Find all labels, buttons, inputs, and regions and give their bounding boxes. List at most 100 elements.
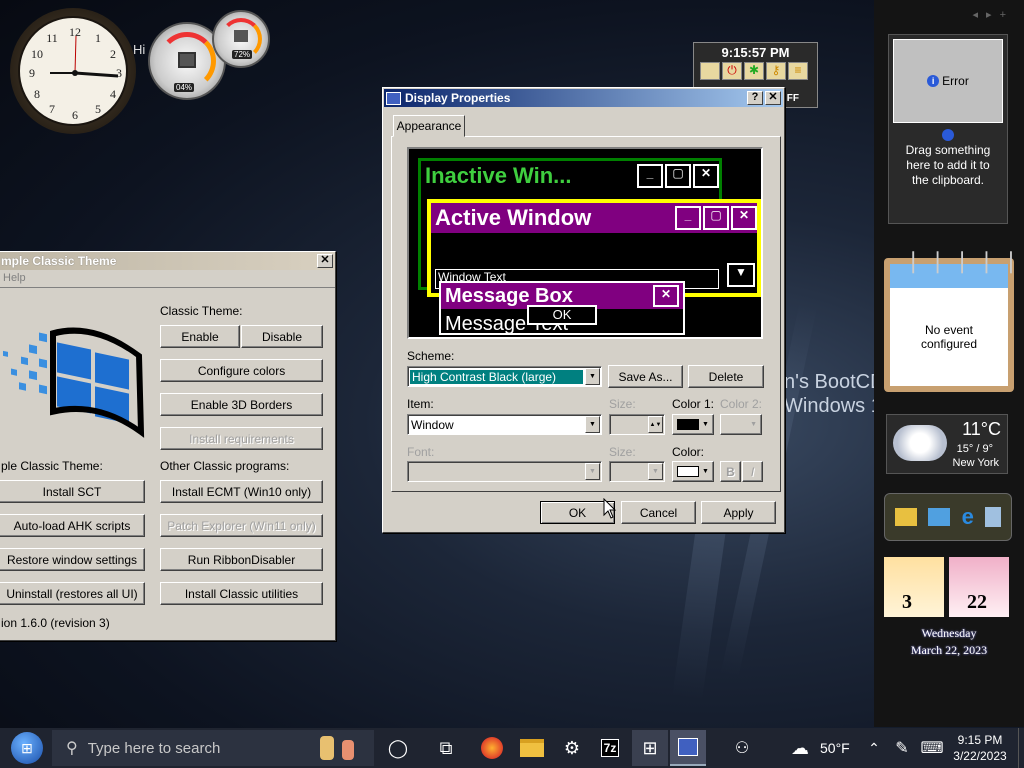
enable-3d-borders-button[interactable]: Enable 3D Borders: [160, 393, 323, 416]
color1-picker[interactable]: ▼: [672, 414, 714, 435]
run-ribbondisabler-button[interactable]: Run RibbonDisabler: [160, 548, 323, 571]
key-icon[interactable]: ⚷: [766, 62, 786, 80]
display-properties-taskbar-icon[interactable]: [670, 730, 706, 766]
task-view-icon[interactable]: ⧉: [428, 730, 464, 766]
patch-explorer-button[interactable]: Patch Explorer (Win11 only): [160, 514, 323, 537]
folder-icon[interactable]: [700, 62, 720, 80]
search-placeholder: Type here to search: [87, 739, 221, 757]
scheme-value: High Contrast Black (large): [410, 369, 583, 384]
cortana-icon[interactable]: ◯: [380, 730, 416, 766]
preview-inactive-title: Inactive Win...: [425, 163, 572, 188]
taskbar-weather[interactable]: 50°F: [820, 740, 850, 756]
bold-button[interactable]: B: [720, 461, 741, 482]
windows-start-icon: ⊞: [11, 732, 43, 764]
svg-text:12: 12: [69, 25, 81, 39]
chevron-down-icon[interactable]: ▼: [585, 368, 600, 385]
chevron-down-icon[interactable]: ▼: [648, 463, 663, 480]
stack-icon[interactable]: ≡: [788, 62, 808, 80]
file-explorer-icon[interactable]: [514, 730, 550, 766]
sct-menubar: Help: [0, 270, 335, 288]
uninstall-button[interactable]: Uninstall (restores all UI): [0, 582, 145, 605]
display-icon: [386, 91, 401, 105]
save-as-button[interactable]: Save As...: [608, 365, 683, 388]
memory-percent: 72%: [232, 50, 253, 59]
preview-msgbox-ok: OK: [527, 305, 597, 325]
italic-button[interactable]: I: [742, 461, 763, 482]
install-ecmt-button[interactable]: Install ECMT (Win10 only): [160, 480, 323, 503]
power-icon[interactable]: ⏻: [722, 62, 742, 80]
settings-icon[interactable]: ✱: [744, 62, 764, 80]
people-icon[interactable]: ⚇: [724, 730, 760, 766]
computer-icon[interactable]: [928, 508, 951, 526]
clipboard-gadget[interactable]: i Error Drag something here to add it to…: [888, 34, 1008, 224]
recycle-bin-icon[interactable]: [985, 507, 1002, 527]
appearance-preview: Inactive Win... _ ▢ ✕ Active Window _ ▢ …: [407, 147, 763, 339]
taskbar-clock[interactable]: 9:15 PM 3/22/2023: [950, 732, 1010, 764]
tab-appearance[interactable]: Appearance: [393, 115, 465, 137]
weather-taskbar-icon[interactable]: ☁: [782, 730, 818, 766]
item-size-spinner[interactable]: ▲▼: [609, 414, 665, 435]
search-box[interactable]: ⚲ Type here to search: [52, 730, 374, 766]
cpu-icon: [178, 52, 196, 68]
calendar-gadget[interactable]: No event configured ❘❘❘❘❘: [884, 248, 1020, 392]
sct-window[interactable]: mple Classic Theme ✕ Help Classic Theme:…: [0, 251, 336, 641]
chevron-down-icon: ▼: [702, 421, 709, 428]
close-icon[interactable]: ✕: [317, 254, 333, 268]
internet-explorer-icon[interactable]: e: [962, 504, 974, 530]
7zip-icon[interactable]: 7z: [592, 730, 628, 766]
color2-picker[interactable]: ▼: [720, 414, 762, 435]
install-requirements-button[interactable]: Install requirements: [160, 427, 323, 450]
keyboard-icon[interactable]: ⌨: [914, 730, 950, 766]
svg-text:6: 6: [72, 108, 78, 122]
folder-icon[interactable]: [894, 508, 917, 526]
display-properties-titlebar[interactable]: Display Properties ? ✕: [384, 89, 783, 107]
search-icon: ⚲: [66, 740, 78, 757]
scheme-select[interactable]: High Contrast Black (large) ▼: [407, 366, 602, 387]
configure-colors-button[interactable]: Configure colors: [160, 359, 323, 382]
chevron-down-icon: ▼: [702, 468, 709, 475]
menu-help[interactable]: Help: [3, 272, 26, 284]
enable-button[interactable]: Enable: [160, 325, 240, 348]
svg-text:7: 7: [49, 102, 55, 116]
memory-gauge-gadget[interactable]: 72%: [212, 10, 270, 68]
chevron-down-icon[interactable]: ▼: [585, 416, 600, 433]
weather-cloud-icon: [893, 425, 947, 461]
settings-gear-icon[interactable]: ⚙: [554, 730, 590, 766]
weather-gadget[interactable]: 11°C 15° / 9° New York: [886, 414, 1008, 474]
item-select[interactable]: Window ▼: [407, 414, 602, 435]
show-desktop-button[interactable]: [1018, 728, 1024, 768]
version-label: ion 1.6.0 (revision 3): [1, 616, 110, 630]
autoload-ahk-button[interactable]: Auto-load AHK scripts: [0, 514, 145, 537]
svg-text:11: 11: [46, 31, 58, 45]
chevron-down-icon[interactable]: ▼: [585, 463, 600, 480]
sct-titlebar[interactable]: mple Classic Theme ✕: [0, 252, 335, 270]
spinner-icon[interactable]: ▲▼: [648, 416, 663, 433]
font-select[interactable]: ▼: [407, 461, 602, 482]
info-icon: i: [927, 75, 940, 87]
firefox-icon[interactable]: [474, 730, 510, 766]
start-button[interactable]: ⊞: [6, 730, 48, 766]
help-icon[interactable]: ?: [747, 91, 763, 105]
apply-button[interactable]: Apply: [701, 501, 776, 524]
clock-gadget[interactable]: 12 3 6 9 1245 7 8 10 11: [10, 8, 136, 134]
memory-icon: [234, 30, 248, 42]
svg-text:5: 5: [95, 102, 101, 116]
install-classic-utilities-button[interactable]: Install Classic utilities: [160, 582, 323, 605]
tab-panel: Inactive Win... _ ▢ ✕ Active Window _ ▢ …: [391, 136, 781, 492]
delete-button[interactable]: Delete: [688, 365, 764, 388]
close-icon[interactable]: ✕: [765, 91, 781, 105]
launcher-gadget[interactable]: e: [884, 493, 1012, 541]
cancel-button[interactable]: Cancel: [621, 501, 696, 524]
font-color-picker[interactable]: ▼: [672, 461, 714, 482]
svg-text:3: 3: [116, 66, 122, 80]
date-gadget-day2: 22: [949, 557, 1009, 617]
display-properties-window[interactable]: Display Properties ? ✕ Appearance Inacti…: [382, 87, 785, 533]
svg-text:4: 4: [110, 87, 116, 101]
restore-window-settings-button[interactable]: Restore window settings: [0, 548, 145, 571]
font-size-select[interactable]: ▼: [609, 461, 665, 482]
install-sct-button[interactable]: Install SCT: [0, 480, 145, 503]
svg-text:8: 8: [34, 87, 40, 101]
font-label: Font:: [407, 445, 435, 459]
classic-theme-taskbar-icon[interactable]: ⊞: [632, 730, 668, 766]
disable-button[interactable]: Disable: [241, 325, 323, 348]
